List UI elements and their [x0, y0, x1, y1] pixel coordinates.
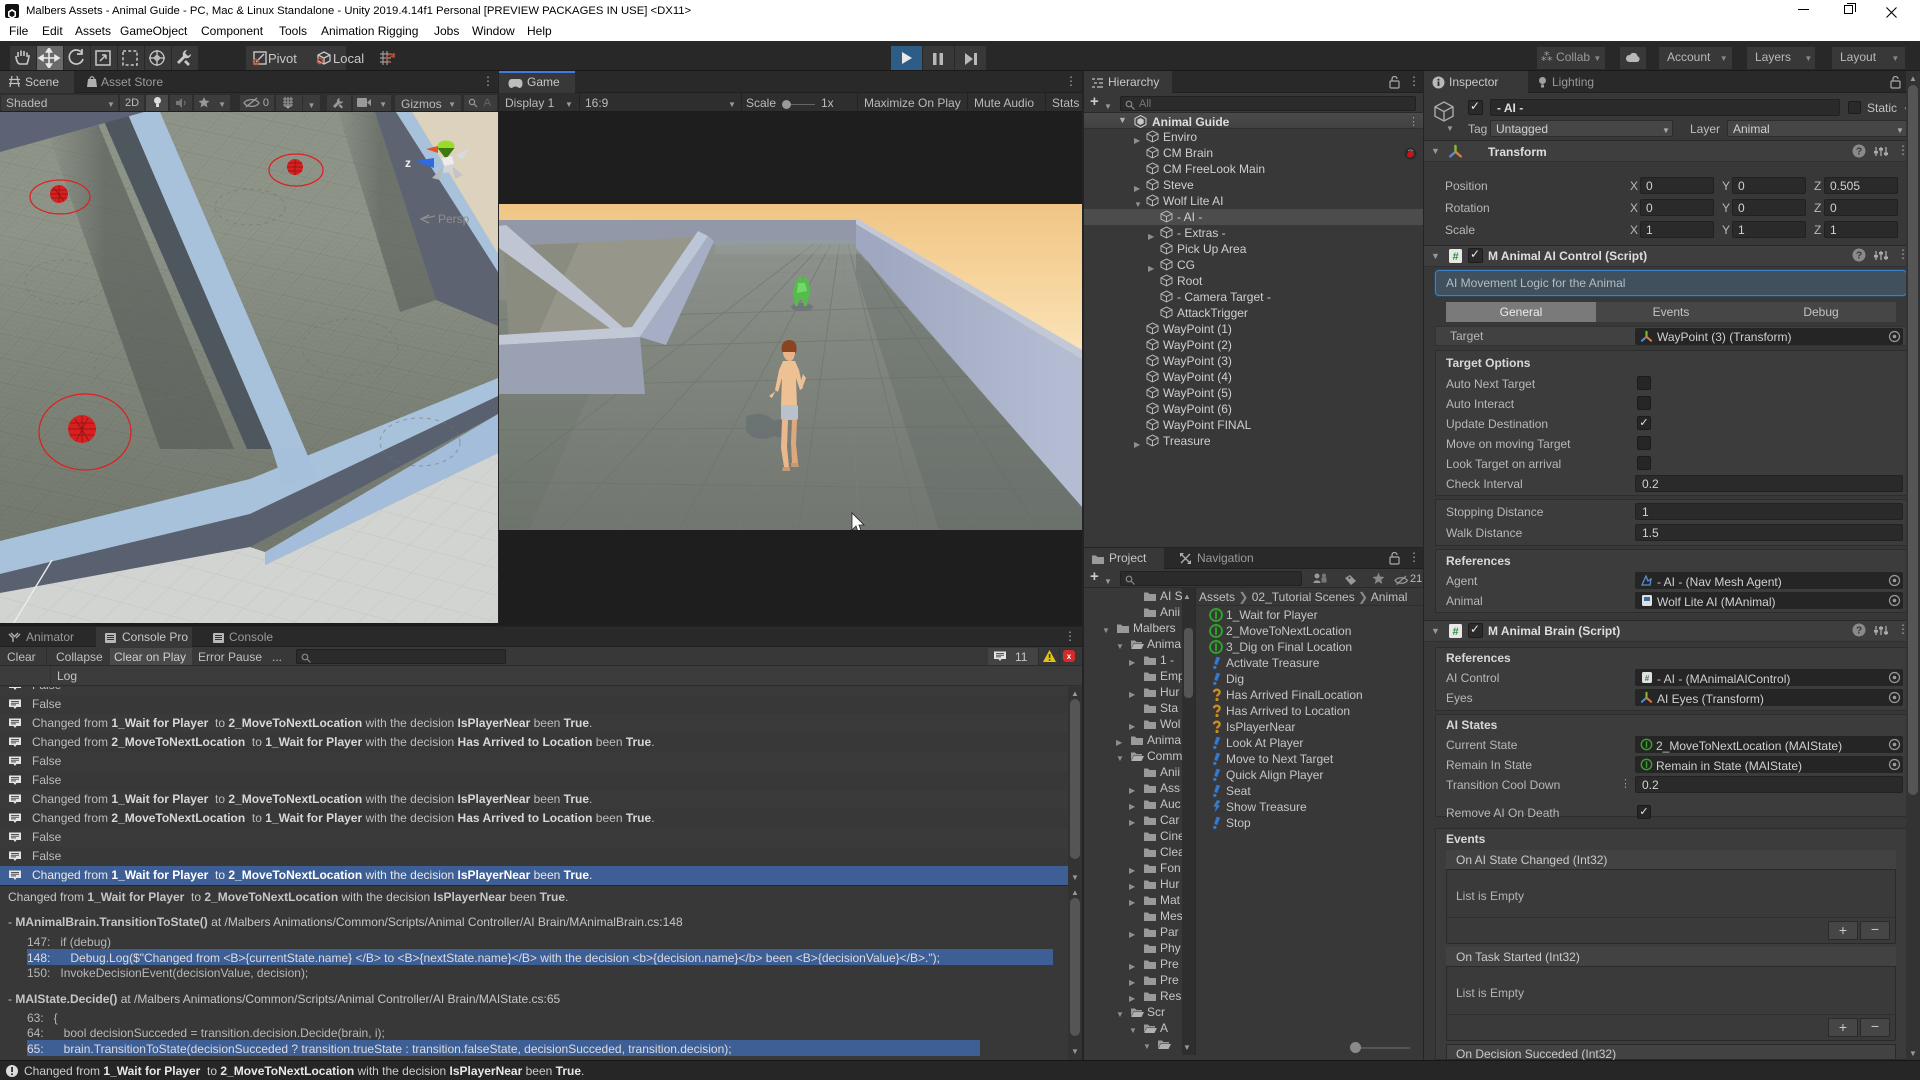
svg-text:?: ? [1856, 251, 1862, 262]
svg-text:?: ? [1856, 147, 1862, 158]
svg-text:#: # [1452, 626, 1458, 638]
svg-text:z: z [405, 156, 411, 170]
svg-text:Persp: Persp [438, 212, 470, 226]
svg-text:x: x [1067, 652, 1072, 661]
svg-text:#: # [1452, 251, 1458, 263]
svg-text:#: # [1645, 674, 1650, 683]
svg-text:?: ? [1856, 626, 1862, 637]
